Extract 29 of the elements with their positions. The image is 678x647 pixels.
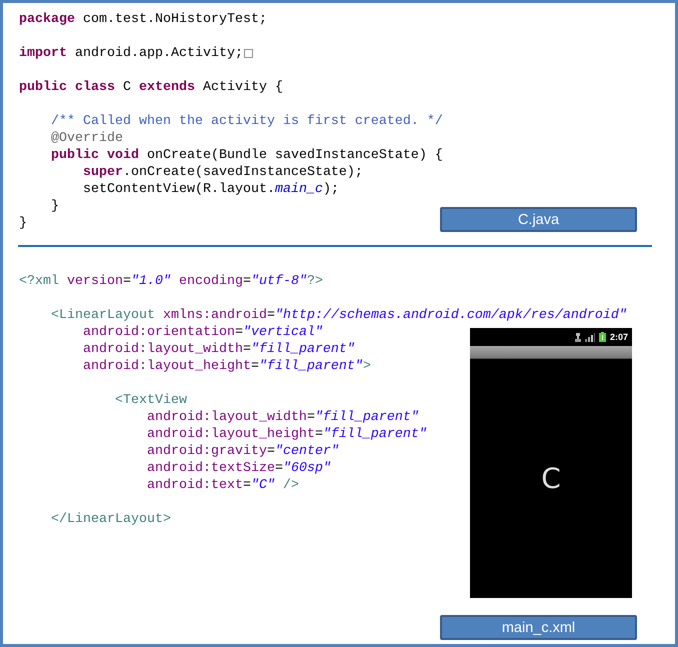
folded-code-icon[interactable] [244, 49, 253, 58]
code-line: package com.test.NoHistoryTest; [19, 11, 267, 28]
code-line: android:text="C" /> [146, 477, 299, 494]
code-line: </LinearLayout> [50, 511, 171, 528]
file-name-label: main_c.xml [440, 615, 637, 640]
status-time: 2:07 [610, 332, 628, 342]
code-line: <LinearLayout xmlns:android="http://schemas.android.com/apk/res/android" [50, 307, 627, 324]
code-line: } [50, 198, 59, 215]
code-line: import android.app.Activity; [19, 45, 243, 62]
battery-icon [598, 332, 606, 342]
code-line: super.onCreate(savedInstanceState); [82, 164, 363, 181]
code-line: public void onCreate(Bundle savedInstanceState) { [50, 147, 443, 164]
code-line: <?xml version="1.0" encoding="utf-8"?> [19, 273, 323, 290]
signal-icon [584, 332, 595, 342]
code-line: @Override [50, 130, 123, 147]
screen-text: C [541, 462, 561, 495]
code-line: android:layout_width="fill_parent" [82, 341, 355, 358]
code-line: public class C extends Activity { [19, 79, 283, 96]
code-line: android:textSize="60sp" [146, 460, 331, 477]
code-line: android:layout_width="fill_parent" [146, 409, 419, 426]
code-line: } [19, 215, 27, 232]
code-line: setContentView(R.layout.main_c); [82, 181, 339, 198]
code-line: android:layout_height="fill_parent"> [82, 358, 371, 375]
code-line: <TextView [114, 392, 187, 409]
code-line: android:gravity="center" [146, 443, 339, 460]
code-line: android:orientation="vertical" [82, 324, 323, 341]
code-line: android:layout_height="fill_parent" [146, 426, 427, 443]
code-line: /** Called when the activity is first created. */ [50, 113, 443, 130]
file-name-label: C.java [440, 207, 637, 232]
